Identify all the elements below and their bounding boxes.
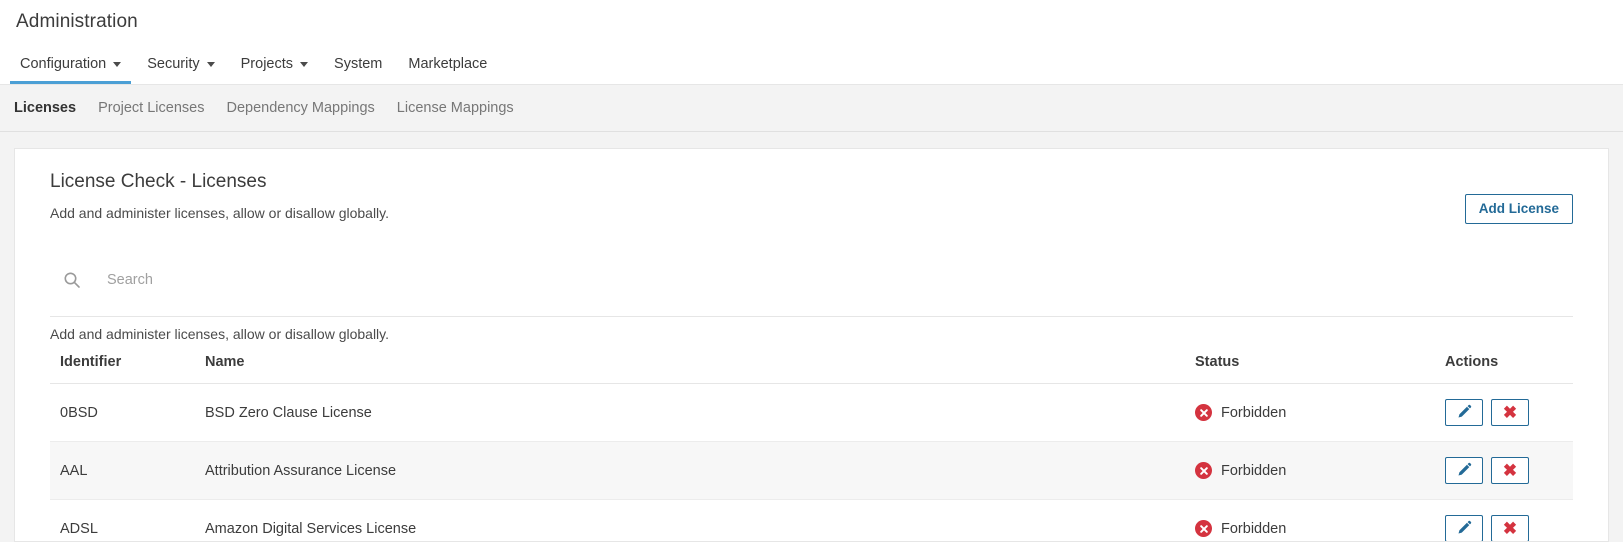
status-label: Forbidden xyxy=(1221,520,1287,537)
nav-item-label: Projects xyxy=(240,56,294,72)
status-badge: Forbidden xyxy=(1195,520,1445,537)
error-circle-icon xyxy=(1195,462,1212,479)
cell-actions: ✖ xyxy=(1445,441,1573,500)
pencil-icon xyxy=(1457,520,1472,538)
cell-actions: ✖ xyxy=(1445,383,1573,442)
table-caption: Add and administer licenses, allow or di… xyxy=(50,316,1573,354)
sub-nav: Licenses Project Licenses Dependency Mappi… xyxy=(0,85,1623,132)
sub-nav-item-license-mappings[interactable]: License Mappings xyxy=(397,100,514,116)
card-title: License Check - Licenses xyxy=(50,171,267,192)
page-title: Administration xyxy=(16,11,138,32)
status-badge: Forbidden xyxy=(1195,404,1445,421)
sub-nav-item-licenses[interactable]: Licenses xyxy=(14,100,76,116)
column-header-identifier[interactable]: Identifier xyxy=(50,354,205,384)
row-actions: ✖ xyxy=(1445,515,1573,541)
cell-identifier: ADSL xyxy=(50,499,205,541)
cell-name: BSD Zero Clause License xyxy=(205,383,1195,442)
row-actions: ✖ xyxy=(1445,457,1573,484)
table-header-row: Identifier Name Status Actions xyxy=(50,354,1573,384)
top-header: Administration Configuration Security Proj… xyxy=(0,0,1623,85)
edit-license-button[interactable] xyxy=(1445,399,1483,426)
table-row: AAL Attribution Assurance License Forbidde… xyxy=(50,441,1573,500)
add-license-button[interactable]: Add License xyxy=(1464,194,1573,224)
page-body: License Check - Licenses Add and adminis… xyxy=(0,132,1623,542)
table-row: 0BSD BSD Zero Clause License Forbidden ✖ xyxy=(50,383,1573,442)
pencil-icon xyxy=(1457,462,1472,480)
status-label: Forbidden xyxy=(1221,404,1287,421)
licenses-table-wrap: Add and administer licenses, allow or di… xyxy=(50,316,1573,541)
nav-item-marketplace[interactable]: Marketplace xyxy=(398,56,497,84)
status-badge: Forbidden xyxy=(1195,462,1445,479)
nav-item-system[interactable]: System xyxy=(324,56,392,84)
table-head: Identifier Name Status Actions xyxy=(50,354,1573,384)
chevron-down-icon xyxy=(206,61,215,67)
nav-item-label: Marketplace xyxy=(408,56,488,72)
column-header-actions: Actions xyxy=(1445,354,1573,384)
x-icon: ✖ xyxy=(1502,461,1518,480)
table-body: 0BSD BSD Zero Clause License Forbidden ✖ AAL… xyxy=(50,383,1573,541)
edit-license-button[interactable] xyxy=(1445,457,1483,484)
cell-status: Forbidden xyxy=(1195,441,1445,500)
delete-license-button[interactable]: ✖ xyxy=(1491,457,1529,484)
nav-item-projects[interactable]: Projects xyxy=(231,56,318,84)
delete-license-button[interactable]: ✖ xyxy=(1491,515,1529,541)
main-nav: Configuration Security Projects System Marke… xyxy=(10,56,503,84)
cell-identifier: AAL xyxy=(50,441,205,500)
sub-nav-item-project-licenses[interactable]: Project Licenses xyxy=(98,100,204,116)
x-icon: ✖ xyxy=(1502,403,1518,422)
nav-item-security[interactable]: Security xyxy=(137,56,224,84)
edit-license-button[interactable] xyxy=(1445,515,1483,541)
nav-item-label: System xyxy=(334,56,383,72)
column-header-status[interactable]: Status xyxy=(1195,354,1445,384)
card-subtitle: Add and administer licenses, allow or di… xyxy=(50,205,390,221)
table-row: ADSL Amazon Digital Services License Forbi… xyxy=(50,499,1573,541)
column-header-name[interactable]: Name xyxy=(205,354,1195,384)
licenses-table: Add and administer licenses, allow or di… xyxy=(50,316,1573,541)
chevron-down-icon xyxy=(300,61,309,67)
row-actions: ✖ xyxy=(1445,399,1573,426)
error-circle-icon xyxy=(1195,520,1212,537)
pencil-icon xyxy=(1457,404,1472,422)
search-icon xyxy=(63,271,81,289)
cell-identifier: 0BSD xyxy=(50,383,205,442)
admin-licenses-page: Administration Configuration Security Proj… xyxy=(0,0,1623,543)
cell-status: Forbidden xyxy=(1195,499,1445,541)
search-input[interactable] xyxy=(107,272,467,288)
cell-actions: ✖ xyxy=(1445,499,1573,541)
error-circle-icon xyxy=(1195,404,1212,421)
delete-license-button[interactable]: ✖ xyxy=(1491,399,1529,426)
cell-name: Attribution Assurance License xyxy=(205,441,1195,500)
search-row xyxy=(50,265,1573,295)
x-icon: ✖ xyxy=(1502,519,1518,538)
nav-item-label: Configuration xyxy=(20,56,107,72)
status-label: Forbidden xyxy=(1221,462,1287,479)
cell-status: Forbidden xyxy=(1195,383,1445,442)
card-header: License Check - Licenses Add and adminis… xyxy=(50,171,1573,224)
sub-nav-item-dependency-mappings[interactable]: Dependency Mappings xyxy=(226,100,374,116)
cell-name: Amazon Digital Services License xyxy=(205,499,1195,541)
license-card: License Check - Licenses Add and adminis… xyxy=(14,148,1609,542)
nav-item-label: Security xyxy=(147,56,200,72)
nav-item-configuration[interactable]: Configuration xyxy=(10,56,132,84)
chevron-down-icon xyxy=(113,61,122,67)
